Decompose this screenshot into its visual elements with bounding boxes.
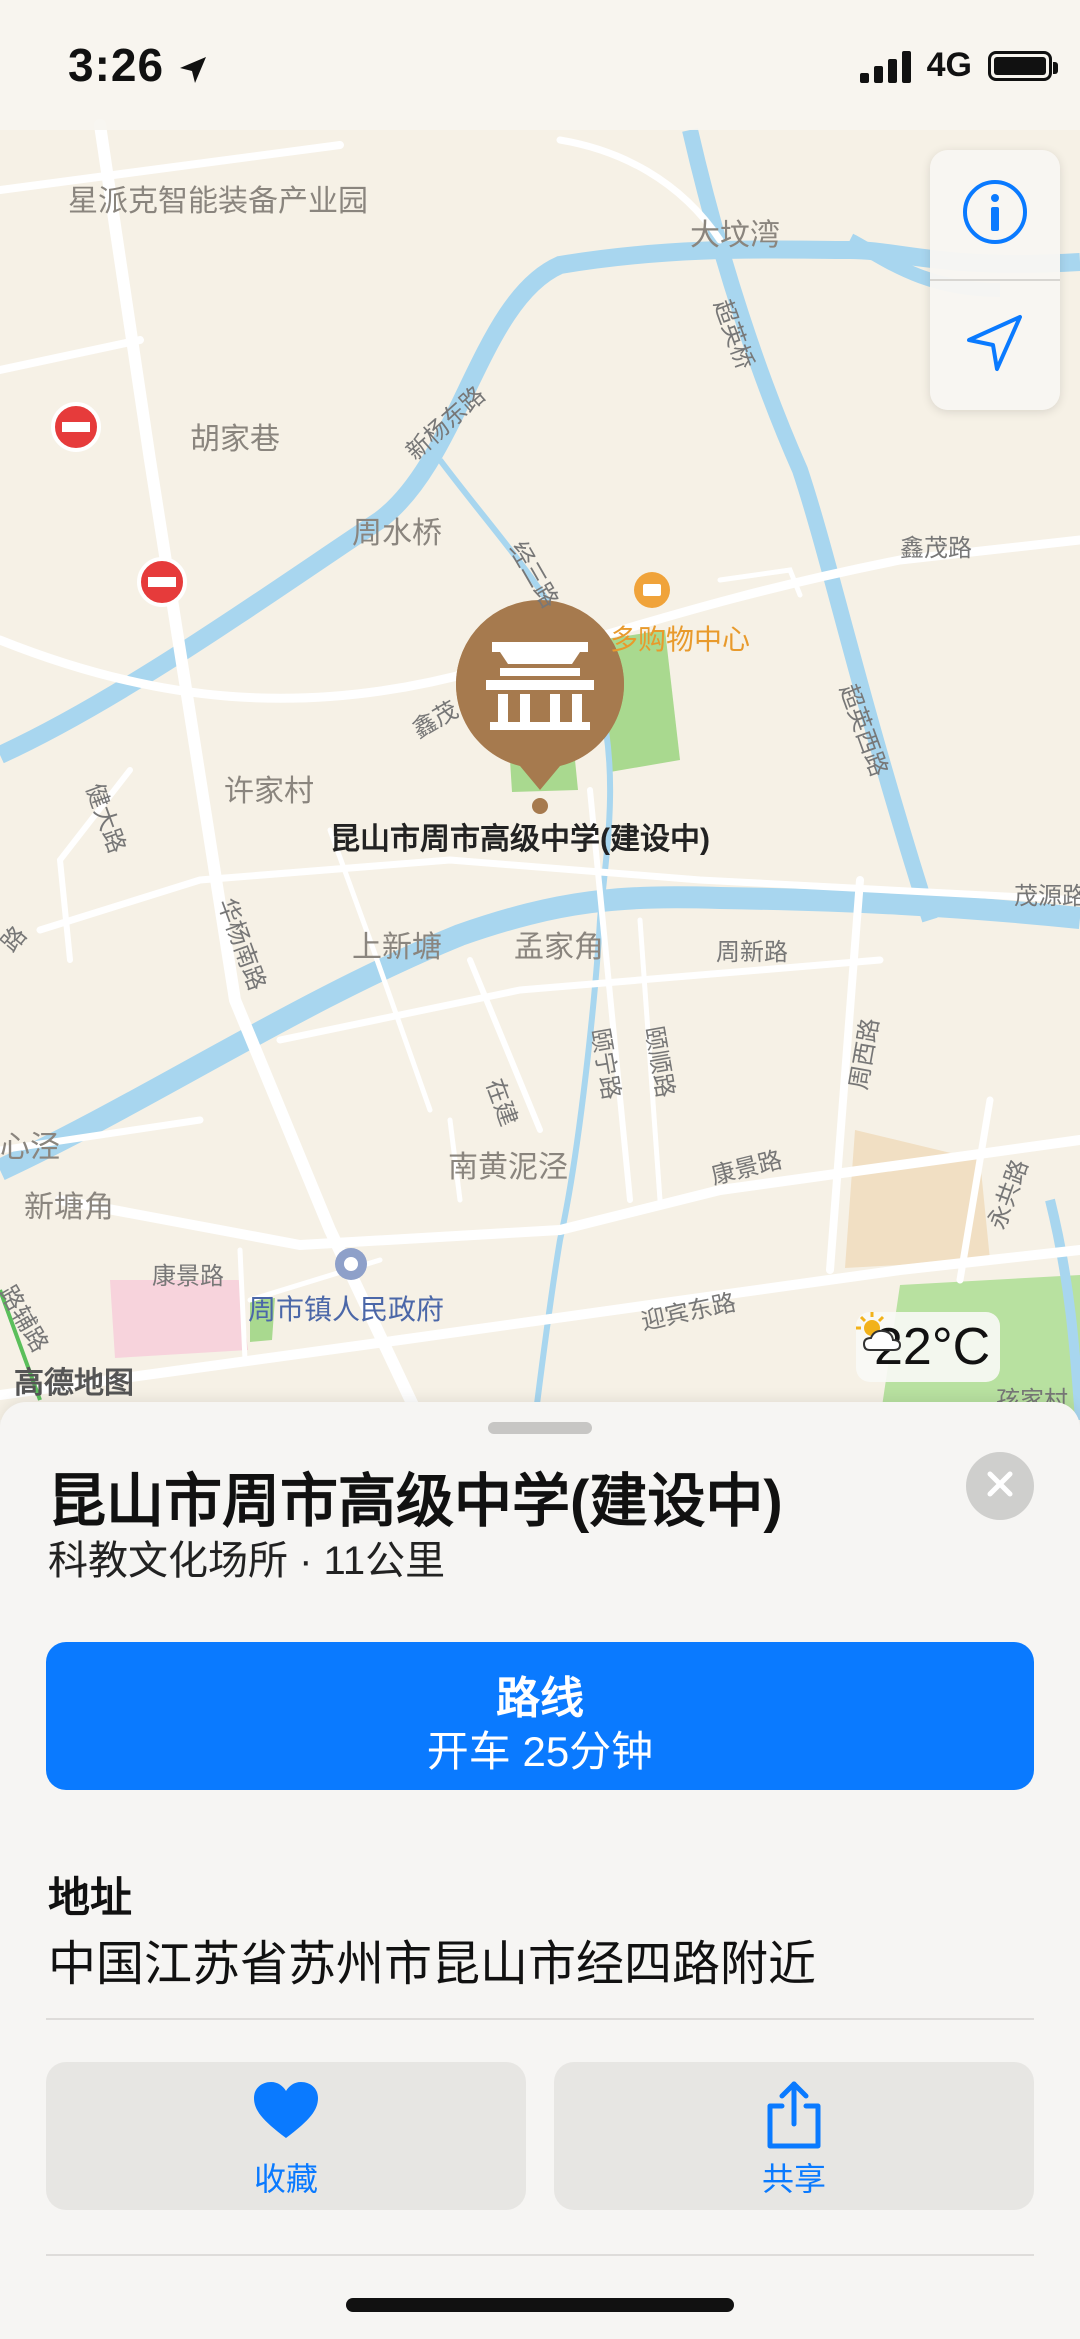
pin-label: 昆山市周市高级中学(建设中) xyxy=(330,823,710,856)
route-subtitle: 开车 25分钟 xyxy=(426,1728,654,1775)
battery-icon xyxy=(988,50,1058,81)
sheet-grabber[interactable] xyxy=(488,1422,592,1434)
info-icon xyxy=(961,178,1029,251)
map-label-xujiacun: 许家村 xyxy=(224,775,314,808)
heart-icon xyxy=(252,2080,320,2145)
map-controls xyxy=(930,150,1060,410)
map-label-shangxintang: 上新塘 xyxy=(352,931,442,964)
favorite-label: 收藏 xyxy=(253,2161,318,2197)
navigation-arrow-icon xyxy=(964,312,1026,379)
close-button[interactable] xyxy=(966,1452,1034,1520)
divider xyxy=(46,2254,1034,2256)
shopping-mall-icon xyxy=(634,572,670,608)
map-label-industrial-park: 星派克智能装备产业园 xyxy=(68,185,368,218)
address-value[interactable]: 中国江苏省苏州市昆山市经四路附近 xyxy=(48,1924,816,1994)
share-button[interactable]: 共享 xyxy=(554,2062,1034,2210)
poi-government-label[interactable]: 周市镇人民政府 xyxy=(248,1288,444,1328)
network-type: 4G xyxy=(926,46,972,84)
address-label: 地址 xyxy=(48,1874,133,1921)
map-label-xinjing: 心泾 xyxy=(0,1131,60,1164)
place-title: 昆山市周市高级中学(建设中) xyxy=(48,1469,783,1534)
route-button[interactable]: 路线 开车 25分钟 xyxy=(46,1642,1034,1790)
favorite-button[interactable]: 收藏 xyxy=(46,2062,526,2210)
current-location-button[interactable] xyxy=(930,279,1060,410)
government-icon xyxy=(335,1248,367,1280)
road-label-maoyuan: 茂源路 xyxy=(1014,883,1080,910)
share-label: 共享 xyxy=(761,2161,826,2197)
close-icon xyxy=(985,1469,1015,1504)
route-title: 路线 xyxy=(496,1674,584,1723)
home-indicator[interactable] xyxy=(346,2298,734,2312)
divider xyxy=(46,2018,1034,2020)
no-entry-icon xyxy=(51,402,101,452)
status-time: 3:26 xyxy=(68,38,208,96)
share-icon xyxy=(764,2080,824,2155)
map-label-nanhuangnijing: 南黄泥泾 xyxy=(448,1151,568,1184)
road-label-zhouxin: 周新路 xyxy=(716,939,788,966)
map-label-dawenwan: 大坟湾 xyxy=(690,219,780,252)
place-card-sheet[interactable]: 昆山市周市高级中学(建设中) 科教文化场所 · 11公里 路线 开车 25分钟 … xyxy=(0,1402,1080,2339)
poi-mall-label[interactable]: 多购物中心 xyxy=(610,618,750,658)
map-provider-logo: 高德地图 xyxy=(14,1367,134,1400)
status-bar: 3:26 4G xyxy=(0,0,1080,130)
road-label-kangjing-west: 康景路 xyxy=(152,1263,224,1290)
map-label-hujiaxiang: 胡家巷 xyxy=(190,423,280,456)
map-label-zhoushuiqiao: 周水桥 xyxy=(352,517,442,550)
cellular-signal-icon xyxy=(859,49,911,83)
place-subtitle: 科教文化场所 · 11公里 xyxy=(48,1539,446,1583)
weather-badge: 22°C xyxy=(856,1312,1001,1382)
no-entry-icon xyxy=(137,557,187,607)
road-label-xinmao: 鑫茂路 xyxy=(900,535,972,562)
map-view[interactable]: 星派克智能装备产业园 大坟湾 胡家巷 周水桥 许家村 上新塘 孟家角 南黄泥泾 … xyxy=(0,0,1080,1420)
map-label-xintangjiao: 新塘角 xyxy=(24,1191,114,1224)
location-arrow-icon xyxy=(178,42,208,96)
map-label-mengjiajiao: 孟家角 xyxy=(514,931,604,964)
map-info-button[interactable] xyxy=(930,150,1060,279)
